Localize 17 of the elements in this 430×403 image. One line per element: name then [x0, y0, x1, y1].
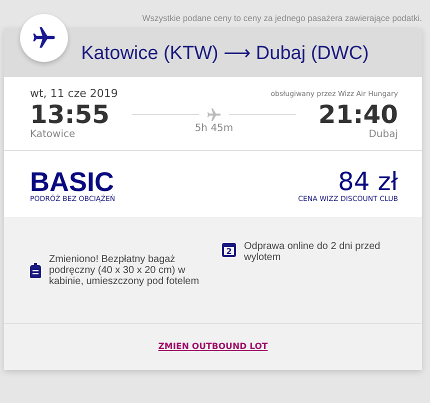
airplane-icon: [31, 25, 57, 51]
arrival-city: Dubaj: [368, 129, 398, 140]
fare-price: 84 zł: [338, 169, 398, 195]
backpack-icon: [30, 262, 41, 278]
price-notice: Wszystkie podane ceny to ceny za jednego pasażera zawierające podatki.: [141, 12, 422, 25]
flight-date: wt, 11 cze 2019: [30, 87, 118, 100]
departure-city: Katowice: [30, 129, 76, 140]
airplane-icon: [205, 106, 223, 122]
calendar-icon: 2: [222, 243, 236, 257]
feature-text: Odprawa online do 2 dni przed wylotem: [244, 241, 382, 263]
fare-name: BASIC: [30, 169, 114, 195]
feature-text: Zmieniono! Bezpłatny bagaż podręczny (40 x 30 x 20 cm) w kabinie, umieszczony pod fotelem: [49, 254, 200, 286]
departure-time: 13:55: [30, 100, 110, 129]
arrival-time: 21:40: [318, 100, 398, 129]
route-title: Katowice (KTW) ⟶ Dubaj (DWC): [81, 42, 369, 64]
change-flight-link[interactable]: ZMIEN OUTBOUND LOT: [158, 342, 268, 352]
flight-duration: 5h 45m: [194, 122, 234, 134]
